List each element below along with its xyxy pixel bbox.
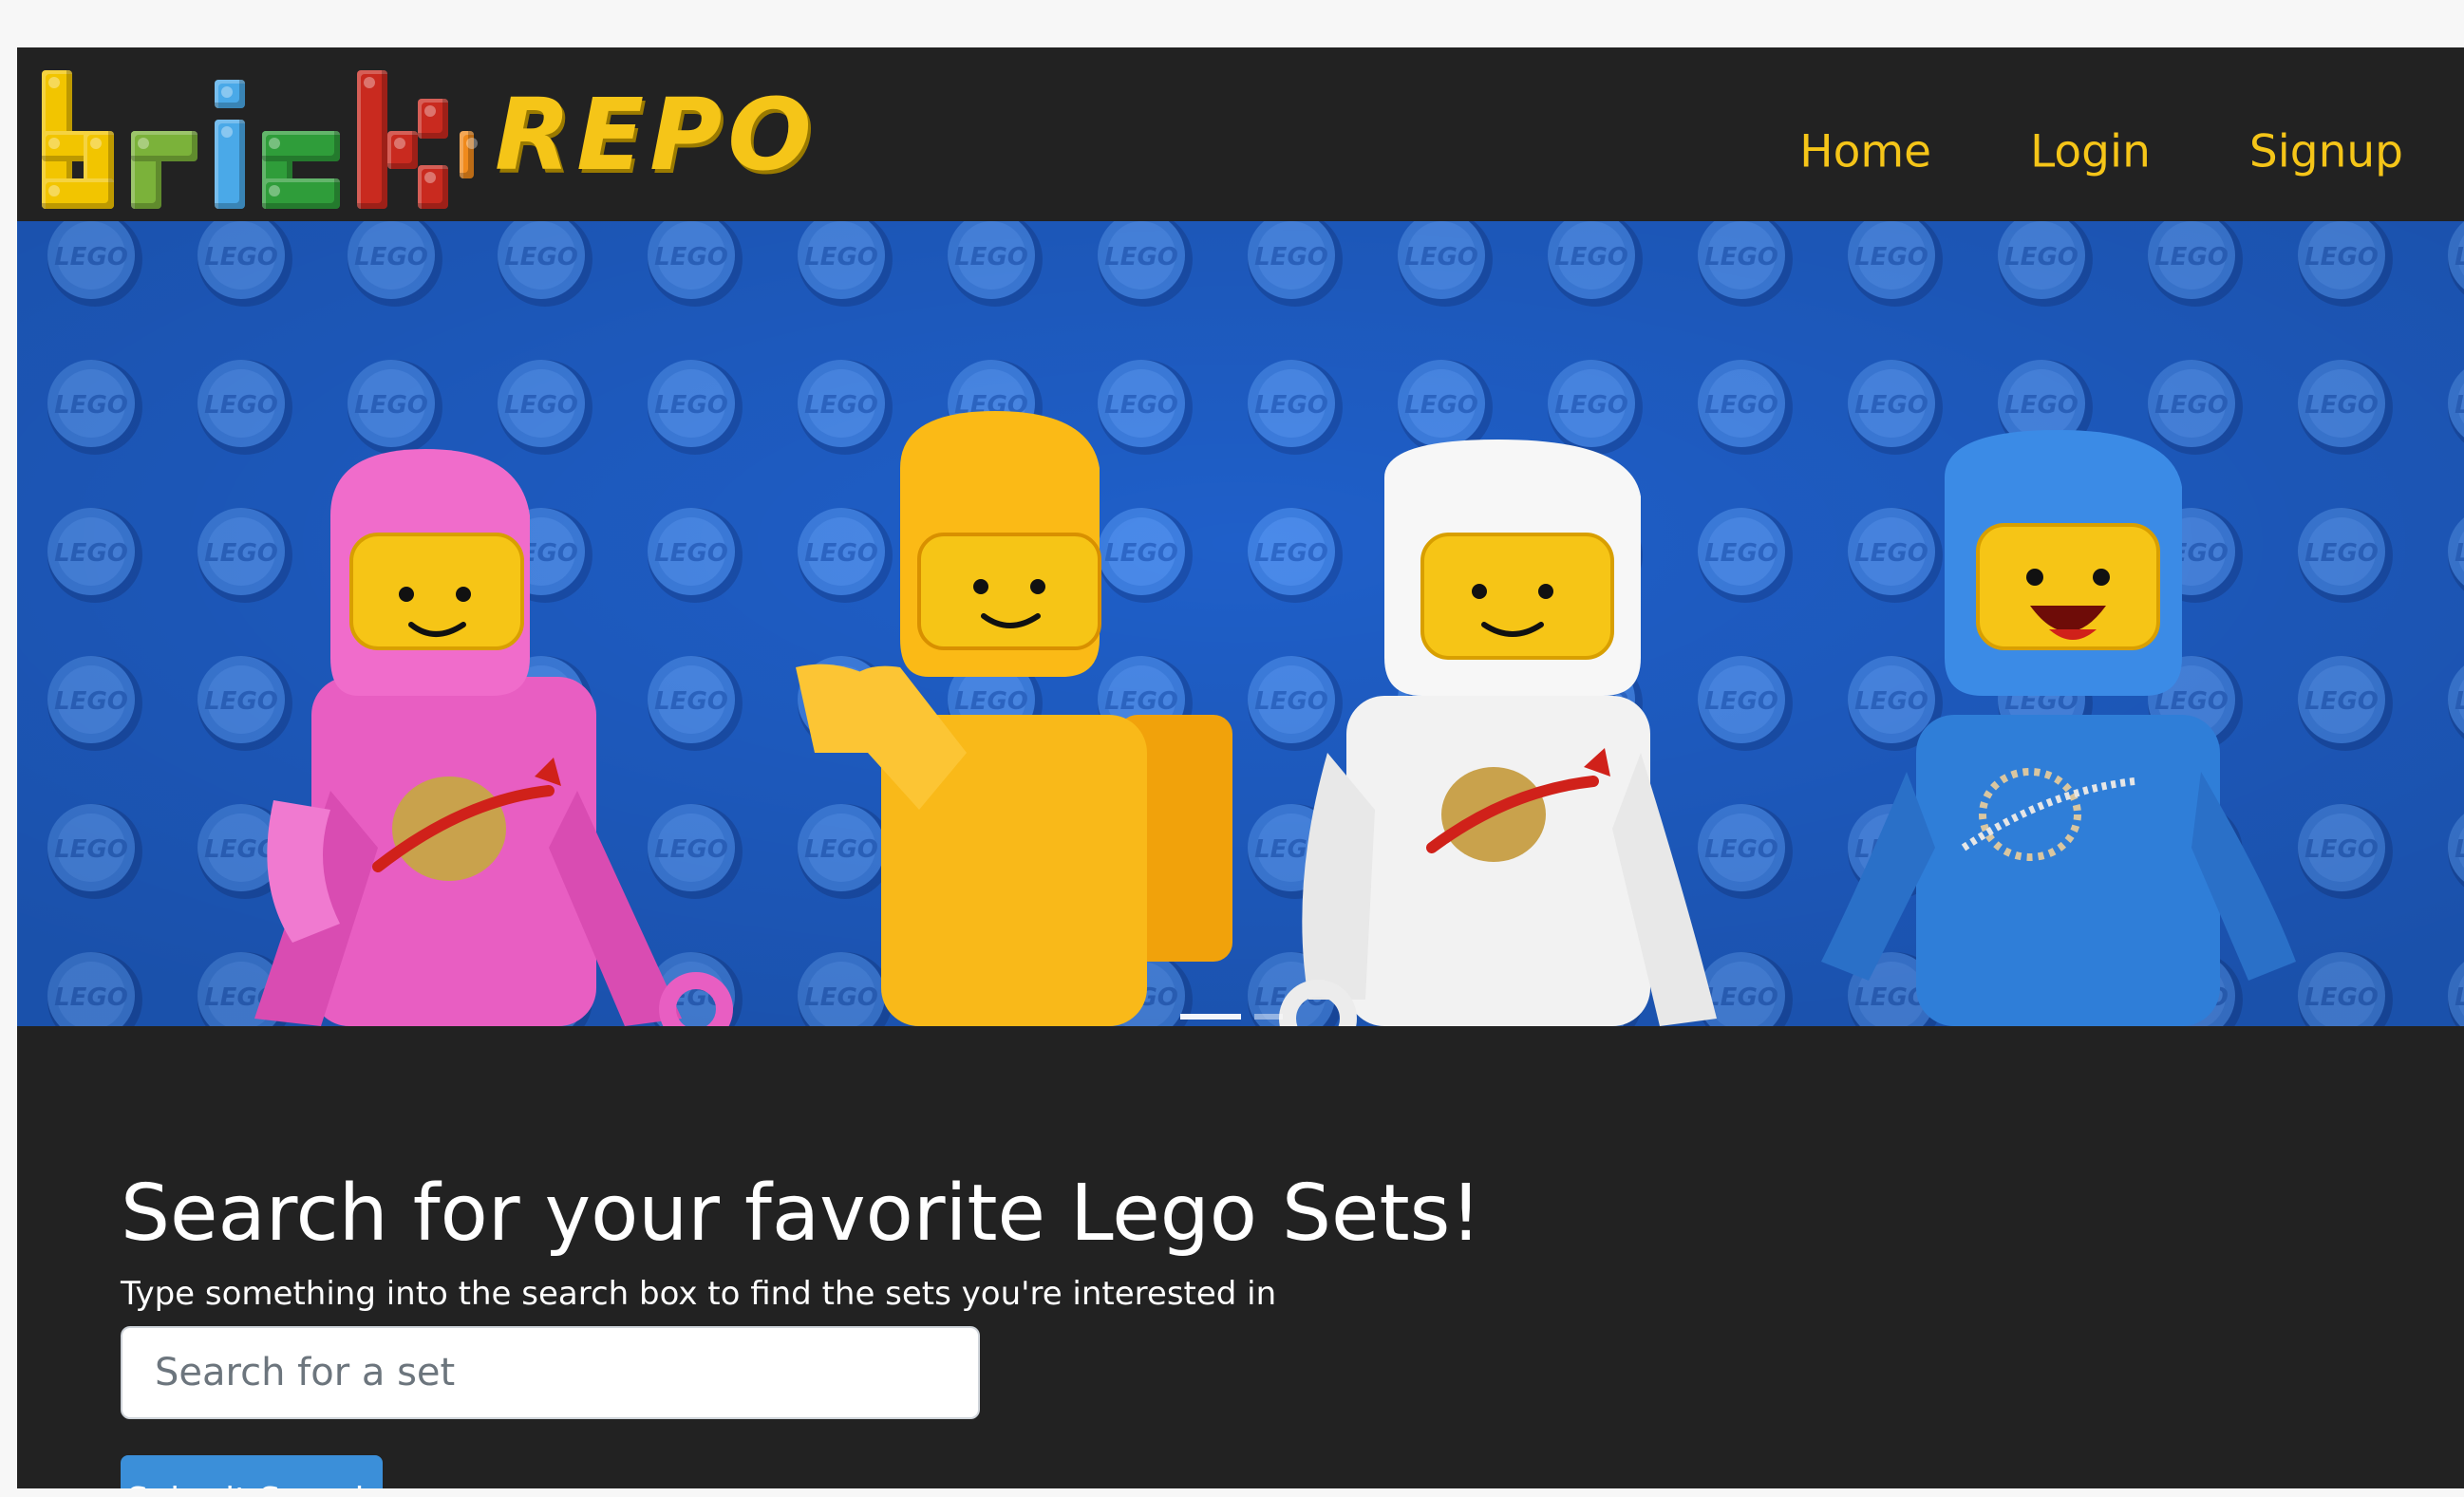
navbar: REPO Home Login Signup: [17, 47, 2464, 221]
nav-signup-link[interactable]: Signup: [2249, 126, 2403, 178]
nav-links: Home Login Signup: [1799, 126, 2403, 178]
brand-logo[interactable]: REPO: [42, 61, 818, 209]
nav-home-link[interactable]: Home: [1799, 126, 1931, 178]
hero-carousel[interactable]: LEGO: [17, 221, 2464, 1026]
carousel-indicator-1[interactable]: [1180, 1014, 1241, 1020]
carousel-indicators: [1180, 1014, 1283, 1020]
carousel-indicator-2[interactable]: [1254, 1014, 1283, 1020]
page: REPO Home Login Signup LEGO: [17, 47, 2464, 1488]
submit-search-button[interactable]: Submit Search: [121, 1455, 383, 1488]
search-input[interactable]: [121, 1326, 980, 1419]
logo-repo-text: REPO: [495, 77, 818, 193]
search-section: Search for your favorite Lego Sets! Type…: [17, 1026, 2464, 1488]
nav-login-link[interactable]: Login: [2030, 126, 2151, 178]
search-title: Search for your favorite Lego Sets!: [121, 1169, 1482, 1259]
search-description: Type something into the search box to fi…: [121, 1275, 1277, 1313]
logo-bricks: [42, 61, 478, 209]
hero-image: LEGO: [17, 221, 2464, 1026]
